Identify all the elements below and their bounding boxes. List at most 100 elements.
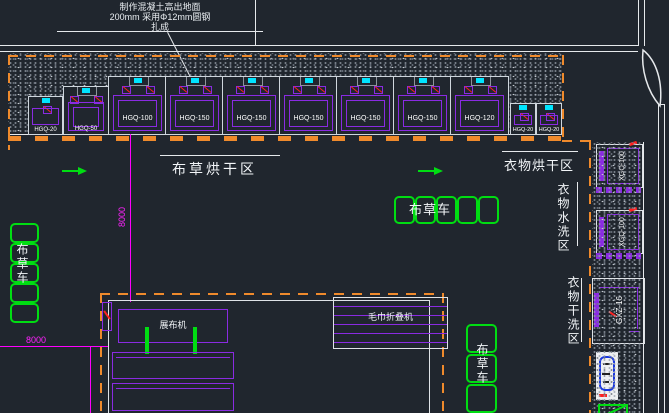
steam-connector-icon: [179, 86, 188, 94]
steam-connector-icon: [488, 86, 497, 94]
steam-connector-icon: [293, 86, 302, 94]
steam-connector-icon: [260, 86, 269, 94]
dimension-extension-line: [90, 346, 91, 413]
arrow-shaft: [62, 170, 79, 172]
steam-connector-icon: [350, 86, 359, 94]
dryer-label: HGQ-20: [27, 127, 64, 133]
drum-inner-outline: [232, 100, 271, 127]
dimension-value-horizontal: 8000: [26, 335, 46, 345]
spreader-label: 展布机: [119, 318, 227, 331]
dryer-label: HGQ-150: [280, 115, 337, 122]
dimension-line-vertical: [130, 134, 131, 302]
steam-connector-icon: [122, 86, 131, 94]
cart-label-left: 布草车: [14, 243, 31, 285]
zone-label-washing: 衣物水洗区: [555, 183, 572, 253]
drum-inner-outline: [460, 100, 499, 127]
folder-roller-line: [334, 342, 447, 343]
ironer-machine: [112, 383, 234, 411]
vent-bracket: [471, 77, 491, 86]
dimension-line-horizontal: [0, 346, 108, 347]
dryer-label: HGQ-120: [451, 115, 508, 122]
flow-arrow-icon: [418, 167, 444, 177]
spreader-machine: 展布机: [118, 309, 228, 343]
dimension-value-vertical: 8000: [117, 207, 127, 227]
steam-connector-icon: [464, 86, 473, 94]
linen-cart: [10, 303, 39, 323]
arrow-head: [78, 167, 87, 175]
drum-inner-outline: [289, 100, 328, 127]
drum-inner-outline: [118, 100, 157, 127]
spreader-leg: [145, 327, 149, 354]
red-mark-icon: [431, 86, 439, 93]
dryer-label: HGQ-150: [223, 115, 280, 122]
red-mark-icon: [407, 86, 415, 93]
vent-bracket: [129, 77, 149, 86]
dryer-machine: HGQ-150: [279, 76, 338, 135]
steam-connector-icon: [146, 86, 155, 94]
vent-port-icon: [545, 105, 553, 110]
cart-label-bottom-right: 布草车: [474, 343, 491, 385]
drum-outline: [514, 115, 532, 125]
vent-port-icon: [519, 105, 527, 110]
dryer-machine: HGQ-50: [63, 86, 109, 135]
drum-inner-outline: [346, 100, 385, 127]
vent-bracket: [243, 77, 263, 86]
drum-inner-outline: [403, 100, 442, 127]
linen-cart: [478, 196, 499, 224]
vent-bracket: [77, 87, 97, 96]
cart-label-middle: 布草车: [409, 199, 451, 218]
red-mark-icon: [260, 86, 268, 93]
steam-connector-icon: [431, 86, 440, 94]
vent-bracket: [414, 77, 434, 86]
red-mark-icon: [203, 86, 211, 93]
wash-column-hatch: [592, 142, 643, 413]
zone-overline-clothes: [502, 151, 578, 152]
zone-label-clothes-drying: 衣物烘干区: [504, 155, 574, 174]
steam-connector-icon: [317, 86, 326, 94]
towel-folder-label: 毛巾折叠机: [334, 310, 447, 323]
red-mark-icon: [488, 86, 496, 93]
folder-roller-line: [334, 306, 447, 307]
steam-connector-icon: [236, 86, 245, 94]
drum-inner-outline: [73, 107, 99, 127]
steam-connector-icon: [203, 86, 212, 94]
dryer-label: HGQ-20: [509, 127, 537, 133]
zone-label-dry-cleaning: 衣物干洗区: [565, 276, 582, 346]
steam-connector-icon: [407, 86, 416, 94]
dryer-machine: HGQ-100: [108, 76, 167, 135]
towel-folder-machine: 毛巾折叠机: [333, 297, 448, 349]
red-mark-icon: [122, 86, 130, 93]
spreader-leg: [193, 327, 197, 354]
ironer-machine: [112, 352, 234, 379]
vent-bracket: [300, 77, 320, 86]
wall-fixture: [102, 302, 112, 331]
floor-drain-icon: [598, 404, 628, 413]
dryer-machine: HGQ-20: [28, 96, 63, 135]
dryer-machine: HGQ-150: [222, 76, 281, 135]
wash-column-right-line: [643, 142, 644, 413]
red-mark-icon: [464, 86, 472, 93]
dryer-machine: HGQ-150: [165, 76, 224, 135]
red-mark-icon: [350, 86, 358, 93]
zone-overline-linen: [160, 155, 280, 156]
folder-roller-line: [334, 324, 447, 325]
red-mark-icon: [317, 86, 325, 93]
dryer-machine: HGQ-150: [393, 76, 452, 135]
drain-diagonal: [603, 405, 626, 413]
dryer-label: HGQ-50: [64, 126, 108, 132]
arrow-shaft: [418, 170, 435, 172]
linen-cart: [10, 223, 39, 243]
arrow-head: [434, 167, 443, 175]
dryer-machine: HGQ-20: [536, 103, 562, 135]
drum-outline: [32, 108, 59, 125]
vent-bracket: [357, 77, 377, 86]
linen-cart: [10, 283, 39, 303]
zone-line-washing: [577, 182, 578, 246]
vent-bracket: [186, 77, 206, 86]
ironer-inner-line: [116, 388, 230, 389]
cad-floorplan-canvas: 制作混凝土高出地面 200mm 采用Φ12mm圆钢 扎成 HGQ-20HGQ-5…: [0, 0, 669, 413]
zone-boundary-finishing-top: [100, 293, 442, 295]
vent-port-icon: [42, 98, 50, 103]
drum-inner-outline: [175, 100, 214, 127]
dryer-label: HGQ-20: [535, 127, 563, 133]
